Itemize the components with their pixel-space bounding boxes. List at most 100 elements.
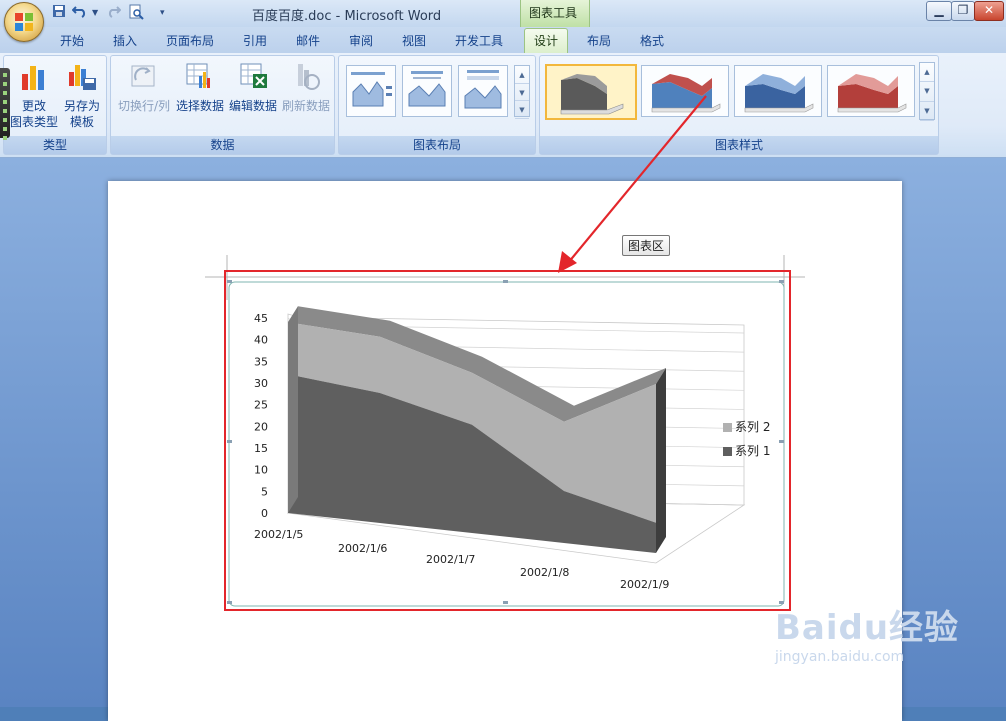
edit-data-button[interactable]: 编辑数据 — [226, 60, 280, 114]
style-gallery-more-icon[interactable]: ▼ — [920, 102, 934, 122]
x-tick-label: 2002/1/5 — [254, 528, 303, 541]
change-chart-type-button[interactable]: 更改 图表类型 — [8, 60, 60, 130]
resize-handle[interactable] — [227, 440, 232, 443]
tab-home[interactable]: 开始 — [60, 32, 84, 49]
print-preview-icon[interactable] — [128, 4, 144, 22]
group-data-label: 数据 — [111, 136, 334, 154]
refresh-data-button[interactable]: 刷新数据 — [279, 60, 333, 114]
tab-format[interactable]: 格式 — [640, 32, 664, 49]
y-tick-label: 5 — [261, 485, 268, 498]
tab-review[interactable]: 审阅 — [349, 32, 373, 49]
change-chart-type-icon — [22, 66, 44, 90]
x-tick-label: 2002/1/7 — [426, 553, 475, 566]
group-chart-style: ▲ ▼ ▼ 图表样式 — [539, 55, 939, 155]
chart-style-red-blue-icon — [651, 74, 721, 113]
customize-toolbar-icon[interactable]: ▾ — [160, 4, 165, 22]
chart-area-tooltip: 图表区 — [622, 235, 671, 256]
resize-handle[interactable] — [503, 280, 508, 283]
save-as-template-button[interactable]: 另存为 模板 — [58, 60, 106, 130]
change-chart-type-line1: 更改 — [21, 99, 46, 113]
group-chart-layout-label: 图表布局 — [339, 136, 535, 154]
group-chart-style-label: 图表样式 — [540, 136, 938, 154]
chart-layout-option-3[interactable] — [458, 65, 508, 117]
chart-style-option-gray[interactable] — [545, 64, 637, 120]
style-scroll-up-icon[interactable]: ▲ — [920, 63, 934, 83]
save-as-template-line1: 另存为 — [63, 99, 100, 113]
group-chart-layout: ▲ ▼ ▼ 图表布局 — [338, 55, 536, 155]
restore-button[interactable]: ❐ — [951, 1, 975, 21]
chart-style-gallery-scroller[interactable]: ▲ ▼ ▼ — [919, 62, 935, 122]
switch-row-column-button[interactable]: 切换行/列 — [114, 60, 174, 114]
chart-tools-label: 图表工具 — [529, 6, 578, 20]
resize-handle[interactable] — [503, 601, 508, 604]
chart-style-option-red[interactable] — [827, 65, 915, 117]
y-tick-label: 0 — [261, 507, 268, 520]
tab-design[interactable]: 设计 — [524, 28, 569, 53]
tab-layout[interactable]: 布局 — [587, 32, 611, 49]
gallery-more-icon[interactable]: ▼ — [515, 101, 529, 119]
tab-references[interactable]: 引用 — [243, 32, 267, 49]
y-tick-label: 20 — [254, 420, 268, 433]
chart-style-gray-icon — [560, 74, 624, 115]
select-data-label: 选择数据 — [175, 99, 224, 113]
chart-style-red-icon — [837, 74, 907, 113]
minimize-button[interactable]: ▁ — [926, 1, 952, 21]
close-icon: ✕ — [983, 3, 995, 17]
chart-style-option-red-blue[interactable] — [641, 65, 729, 117]
tab-developer[interactable]: 开发工具 — [455, 32, 503, 49]
chart-area-selection[interactable]: 0 5 10 15 20 25 30 35 40 45 2002/1/5 2002/1/6 2002/… — [224, 270, 791, 611]
close-button[interactable]: ✕ — [974, 1, 1004, 21]
chart-layout-option-1[interactable] — [346, 65, 396, 117]
scroll-down-icon[interactable]: ▼ — [515, 84, 529, 101]
title-bar: ▼ ▾ 百度百度.doc - Microsoft Word 图表工具 ▁ ❐ ✕ — [0, 0, 1006, 42]
watermark-line1: Baidu经验 — [775, 608, 960, 648]
redo-icon — [107, 4, 122, 22]
save-icon[interactable] — [52, 4, 66, 22]
y-tick-label: 30 — [254, 377, 268, 390]
resize-handle[interactable] — [227, 280, 232, 283]
save-as-template-line2: 模板 — [69, 115, 94, 129]
edit-data-label: 编辑数据 — [228, 99, 277, 113]
tab-page-layout[interactable]: 页面布局 — [166, 32, 214, 49]
x-tick-label: 2002/1/8 — [520, 566, 569, 579]
group-data: 切换行/列 选择数据 编辑数据 刷新数据 数据 — [110, 55, 335, 155]
legend-swatch — [723, 423, 732, 432]
group-type: 更改 图表类型 另存为 模板 类型 — [3, 55, 107, 155]
ribbon-tab-bar: 开始 插入 页面布局 引用 邮件 审阅 视图 开发工具 设计 布局 格式 — [0, 27, 1006, 53]
select-data-button[interactable]: 选择数据 — [173, 60, 227, 114]
switch-row-column-label: 切换行/列 — [117, 99, 171, 113]
series-start-cap — [288, 306, 298, 513]
switch-row-column-icon — [131, 65, 155, 87]
legend-label: 系列 2 — [735, 420, 770, 434]
chart-style-option-blue[interactable] — [734, 65, 822, 117]
tab-insert[interactable]: 插入 — [113, 32, 137, 49]
office-logo-icon — [15, 13, 33, 31]
side-status-strip — [0, 68, 10, 140]
legend-swatch — [723, 447, 732, 456]
scroll-up-icon[interactable]: ▲ — [515, 66, 529, 84]
window-title: 百度百度.doc - Microsoft Word — [252, 9, 442, 24]
chart-layout-option-2[interactable] — [402, 65, 452, 117]
tab-view[interactable]: 视图 — [402, 32, 426, 49]
chart-layout-2-icon — [408, 71, 446, 107]
save-as-template-icon — [69, 65, 96, 90]
undo-dropdown-icon[interactable]: ▼ — [92, 4, 98, 22]
resize-handle[interactable] — [779, 440, 784, 443]
refresh-data-icon — [298, 64, 320, 90]
tab-mailings[interactable]: 邮件 — [296, 32, 320, 49]
x-tick-label: 2002/1/9 — [620, 578, 669, 591]
undo-icon[interactable] — [71, 4, 88, 22]
group-type-label: 类型 — [4, 136, 106, 154]
office-button[interactable] — [4, 2, 44, 42]
style-scroll-down-icon[interactable]: ▼ — [920, 82, 934, 102]
baidu-watermark: Baidu经验 jingyan.baidu.com — [775, 600, 959, 665]
chart-layout-gallery-scroller[interactable]: ▲ ▼ ▼ — [514, 65, 530, 119]
resize-handle[interactable] — [779, 280, 784, 283]
chart-layout-3-icon — [464, 70, 502, 109]
y-tick-label: 45 — [254, 312, 268, 325]
edit-data-icon — [240, 63, 267, 88]
chart-svg[interactable]: 0 5 10 15 20 25 30 35 40 45 2002/1/5 2002/1/6 2002/… — [226, 272, 789, 609]
chart-tools-context-tab: 图表工具 — [520, 0, 590, 27]
resize-handle[interactable] — [227, 601, 232, 604]
ribbon: 更改 图表类型 另存为 模板 类型 切换行/列 选择数据 编辑数据 刷新数据 数… — [0, 53, 1006, 158]
